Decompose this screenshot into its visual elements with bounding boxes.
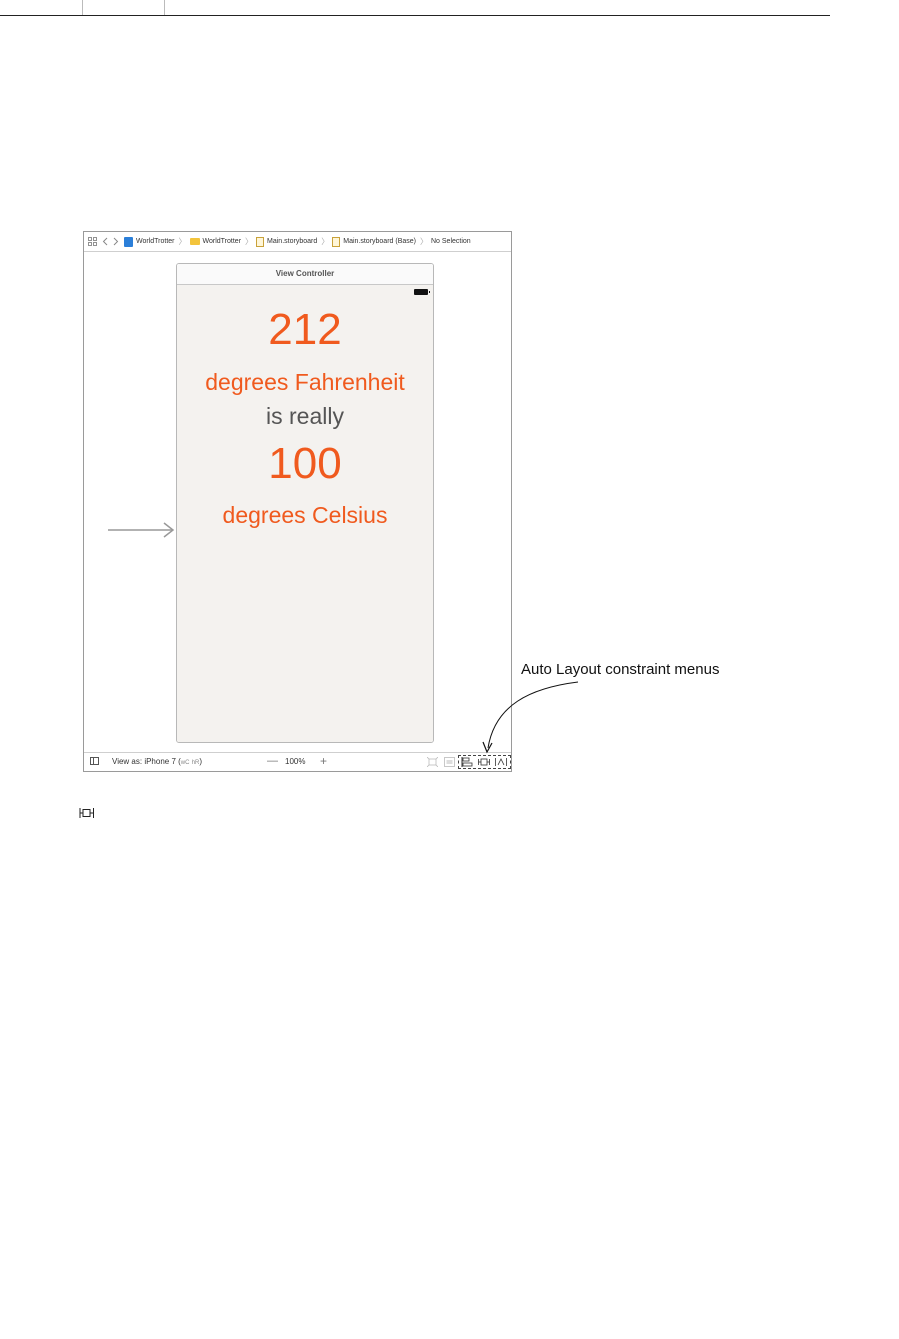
path-separator-icon: 〉 [178,237,187,246]
initial-view-controller-arrow-icon[interactable] [108,522,176,538]
jump-bar-selection[interactable]: No Selection [431,238,471,245]
view-as-prefix: View as: iPhone 7 ( [112,757,181,766]
jump-bar-storyboard[interactable]: Main.storyboard [256,236,318,247]
path-separator-icon: 〉 [245,237,254,246]
fahrenheit-unit-label[interactable]: degrees Fahrenheit [177,369,433,396]
related-items-icon[interactable] [88,237,97,246]
top-tick [82,0,83,15]
page-top-rule [0,15,830,16]
view-controller-scene[interactable]: View Controller 212 degrees Fahrenheit i… [176,263,434,743]
jump-bar-group[interactable]: WorldTrotter [189,238,242,245]
scene-title[interactable]: View Controller [177,264,433,285]
jump-bar: WorldTrotter 〉 WorldTrotter 〉 Main.story… [84,232,511,252]
canvas-bottom-bar: View as: iPhone 7 (wC hR) — 100% + [84,752,511,771]
folder-icon [189,238,200,245]
zoom-in-icon[interactable]: + [320,754,327,768]
document-outline-toggle-icon[interactable] [90,757,99,765]
annotation-callout: Auto Layout constraint menus [521,661,720,678]
add-new-constraints-icon [79,808,94,818]
battery-icon [414,289,430,295]
jump-bar-item: Main.storyboard (Base) [343,238,416,245]
path-separator-icon: 〉 [321,237,330,246]
celsius-unit-label[interactable]: degrees Celsius [177,502,433,529]
top-tick [164,0,165,15]
forward-chevron-icon[interactable] [113,237,119,246]
view-as-device-button[interactable]: View as: iPhone 7 (wC hR) [112,757,202,766]
path-separator-icon: 〉 [420,237,428,246]
embed-in-stack-icon[interactable] [442,756,456,768]
back-chevron-icon[interactable] [102,237,108,246]
zoom-level[interactable]: 100% [285,757,305,766]
interface-builder-window: WorldTrotter 〉 WorldTrotter 〉 Main.story… [83,231,512,772]
celsius-value-label[interactable]: 100 [177,439,433,489]
update-frames-icon[interactable] [425,756,439,768]
project-file-icon [124,236,133,247]
jump-bar-item: WorldTrotter [136,238,175,245]
jump-bar-storyboard-base[interactable]: Main.storyboard (Base) [332,236,416,247]
storyboard-file-icon [332,236,341,247]
view-as-suffix: ) [199,757,203,766]
is-really-label[interactable]: is really [177,403,433,430]
jump-bar-item: Main.storyboard [267,238,318,245]
jump-bar-project[interactable]: WorldTrotter [124,236,175,247]
storyboard-file-icon [256,236,265,247]
jump-bar-item: WorldTrotter [202,238,242,245]
zoom-out-icon[interactable]: — [267,755,278,767]
jump-bar-item: No Selection [431,238,471,245]
size-class-width: wC [180,760,190,766]
callout-arrow-icon [482,681,579,754]
fahrenheit-value-label[interactable]: 212 [177,305,433,355]
storyboard-canvas[interactable]: View Controller 212 degrees Fahrenheit i… [84,252,511,752]
view-controller-view[interactable]: 212 degrees Fahrenheit is really 100 deg… [177,285,433,742]
